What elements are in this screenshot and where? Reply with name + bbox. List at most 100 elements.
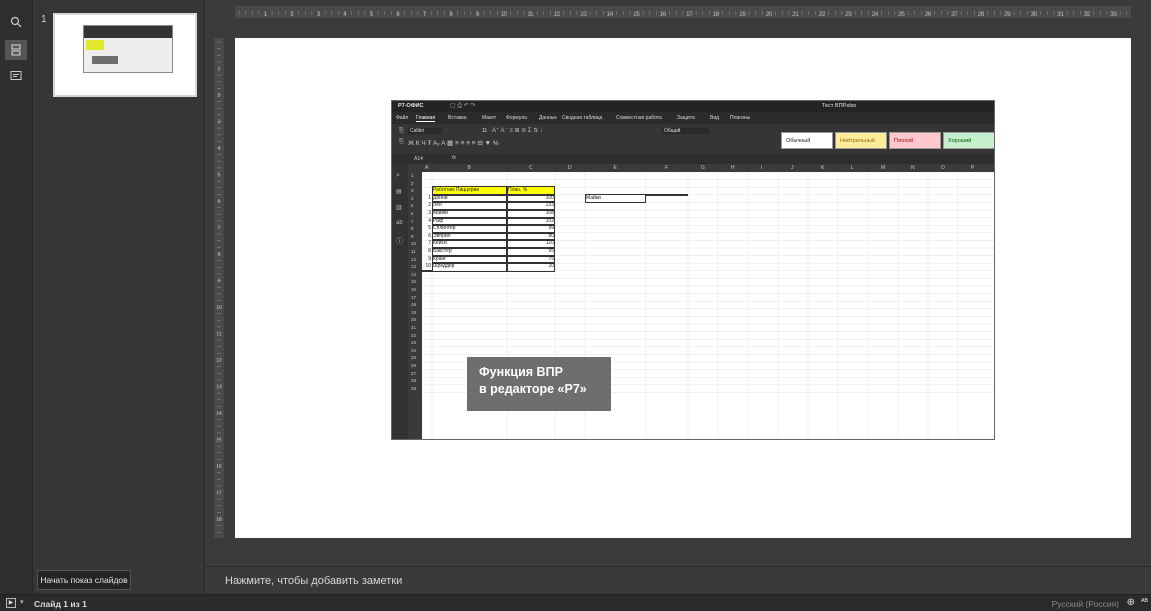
- slide-number: 1: [41, 14, 47, 25]
- spreadsheet-side-toolbar: ⌕ ▤ ▥ ab ⓘ: [392, 164, 408, 439]
- column-header: F: [665, 165, 669, 171]
- column-header: C: [529, 165, 533, 171]
- ruler-label: 5: [370, 12, 374, 18]
- ruler-label: 7: [423, 12, 427, 18]
- ruler-label: 10: [501, 12, 508, 18]
- row-header: 16: [411, 287, 417, 292]
- row-header: 19: [411, 309, 417, 315]
- employee-name-cell: Бакстер: [432, 247, 507, 257]
- ruler-label: 29: [1004, 12, 1011, 18]
- row-header: 26: [411, 363, 417, 368]
- document-title: Тест ВПР.xlsx: [822, 103, 857, 109]
- row-header: 11: [411, 249, 416, 254]
- employee-name-cell: Майки: [432, 209, 507, 219]
- ruler-label: 14: [607, 12, 614, 18]
- ruler-label: 2: [218, 93, 221, 99]
- ruler-label: 9: [476, 12, 480, 18]
- number-format-select: Общий: [662, 128, 711, 134]
- ss-menu-item: Главная: [416, 115, 436, 122]
- plan-value-cell: 110: [507, 239, 555, 249]
- notes-area[interactable]: Нажмите, чтобы добавить заметки: [205, 566, 1151, 594]
- start-slideshow-button[interactable]: Начать показ слайдов: [37, 570, 131, 590]
- status-bar: ▶ ▾ Слайд 1 из 1 Русский (Россия) ⊕ ᴬᴮ: [0, 594, 1151, 611]
- row-header: 27: [411, 370, 417, 376]
- header-cell: Работник Пиццерии: [432, 186, 507, 196]
- slide-counter: Слайд 1 из 1: [34, 599, 87, 609]
- ruler-label: 18: [713, 12, 720, 18]
- editor-area: 1 2 3 4 5 6 7 8 9 10 11 12 13 14 15 16 17 18 19 20 21 22 23 24 2…: [205, 0, 1151, 594]
- row-header: 20: [411, 317, 417, 323]
- row-header: 22: [411, 332, 417, 338]
- comments-icon[interactable]: [5, 66, 27, 86]
- language-select[interactable]: Русский (Россия): [1052, 599, 1119, 609]
- ruler-label: 23: [845, 12, 852, 18]
- ruler-label: 3: [218, 120, 221, 126]
- row-header: 23: [411, 340, 417, 346]
- ss-menu-item: Вид: [710, 115, 720, 121]
- ruler-label: 15: [633, 12, 640, 18]
- ss-comment-icon: ▤: [396, 189, 402, 195]
- column-header: J: [791, 165, 794, 171]
- ruler-label: 3: [317, 12, 321, 18]
- row-header: 25: [411, 355, 417, 361]
- play-options-chevron-icon[interactable]: ▾: [20, 598, 24, 606]
- row-header: 10: [411, 241, 417, 247]
- globe-icon[interactable]: ⊕: [1127, 597, 1135, 608]
- row-index-cell: 1: [428, 194, 431, 201]
- vertical-ruler[interactable]: 1 2 3 4 5 6 7 8 9 10 11 12 13 14 15 16 17 18: [214, 38, 224, 538]
- ruler-label: 15: [216, 438, 222, 444]
- row-index-cell: 6: [428, 232, 431, 239]
- ss-chat-icon: ▥: [396, 205, 402, 211]
- employee-name-cell: Кейси: [432, 239, 507, 249]
- row-headers: 1 2 3 4 5 6 7 8 9 10 11 12 13 14 15 16 17 18 19 20 21 22 23 24 2…: [408, 172, 422, 439]
- employee-name-cell: Донни: [432, 193, 507, 204]
- slide-canvas[interactable]: Р7-ОФИС ▢ ⎙ ↶ ↷ Тест ВПР.xlsx Файл Главна…: [235, 38, 1131, 538]
- ss-menu-item: Файл: [396, 115, 409, 121]
- ss-menu-item: Данные: [539, 115, 558, 121]
- notes-placeholder[interactable]: Нажмите, чтобы добавить заметки: [225, 575, 402, 587]
- ruler-label: 11: [527, 12, 534, 18]
- play-slideshow-icon[interactable]: ▶: [6, 598, 16, 608]
- plan-value-cell: 99: [507, 224, 555, 234]
- ruler-label: 24: [872, 12, 879, 18]
- slides-panel: 1 Начать показ слайдов: [33, 0, 205, 594]
- ruler-label: 32: [1084, 12, 1091, 18]
- overlay-title-line1: Функция ВПР: [479, 365, 563, 379]
- cell-reference: A14: [414, 156, 423, 162]
- column-header: O: [941, 165, 945, 171]
- ruler-label: 17: [686, 12, 693, 18]
- row-index-cell: 9: [428, 255, 431, 262]
- spellcheck-icon[interactable]: ᴬᴮ: [1141, 597, 1148, 606]
- slide-thumbnail[interactable]: [53, 13, 197, 97]
- ruler-label: 12: [554, 12, 561, 18]
- row-index-cell: 5: [428, 225, 431, 232]
- horizontal-ruler[interactable]: 1 2 3 4 5 6 7 8 9 10 11 12 13 14 15 16 17 18 19 20 21 22 23 24 2…: [235, 6, 1131, 18]
- plan-value-cell: 102: [507, 216, 555, 227]
- ruler-label: 5: [218, 173, 221, 179]
- paste-icon: ⎘: [399, 128, 404, 134]
- column-header: E: [613, 165, 617, 171]
- ruler-label: 1: [264, 12, 268, 18]
- column-header: D: [568, 165, 572, 171]
- plan-value-cell: 133: [507, 201, 555, 211]
- ss-menu-item: Сводная таблица: [562, 115, 603, 121]
- column-header: A: [425, 165, 429, 171]
- row-header: 5: [411, 203, 414, 209]
- row-header: 3: [411, 188, 414, 194]
- ruler-label: 9: [218, 279, 221, 285]
- ss-menu-item: Плагины: [730, 115, 751, 121]
- slides-panel-icon[interactable]: [5, 40, 27, 60]
- thumbnail-spreadsheet: [83, 25, 173, 73]
- ruler-label: 31: [1057, 12, 1064, 18]
- employee-name-cell: Раф: [432, 216, 507, 227]
- row-header: 29: [411, 385, 417, 391]
- ss-menu-item: Защита: [677, 115, 695, 121]
- search-icon[interactable]: [5, 12, 27, 32]
- ruler-label: 6: [396, 12, 400, 18]
- plan-value-cell: 95: [507, 247, 555, 257]
- ss-menu-item: Макет: [482, 115, 497, 121]
- font-name-select: Calibri: [408, 128, 443, 134]
- row-header: 6: [411, 211, 414, 216]
- ruler-label: 20: [766, 12, 773, 18]
- row-header: 9: [411, 233, 414, 239]
